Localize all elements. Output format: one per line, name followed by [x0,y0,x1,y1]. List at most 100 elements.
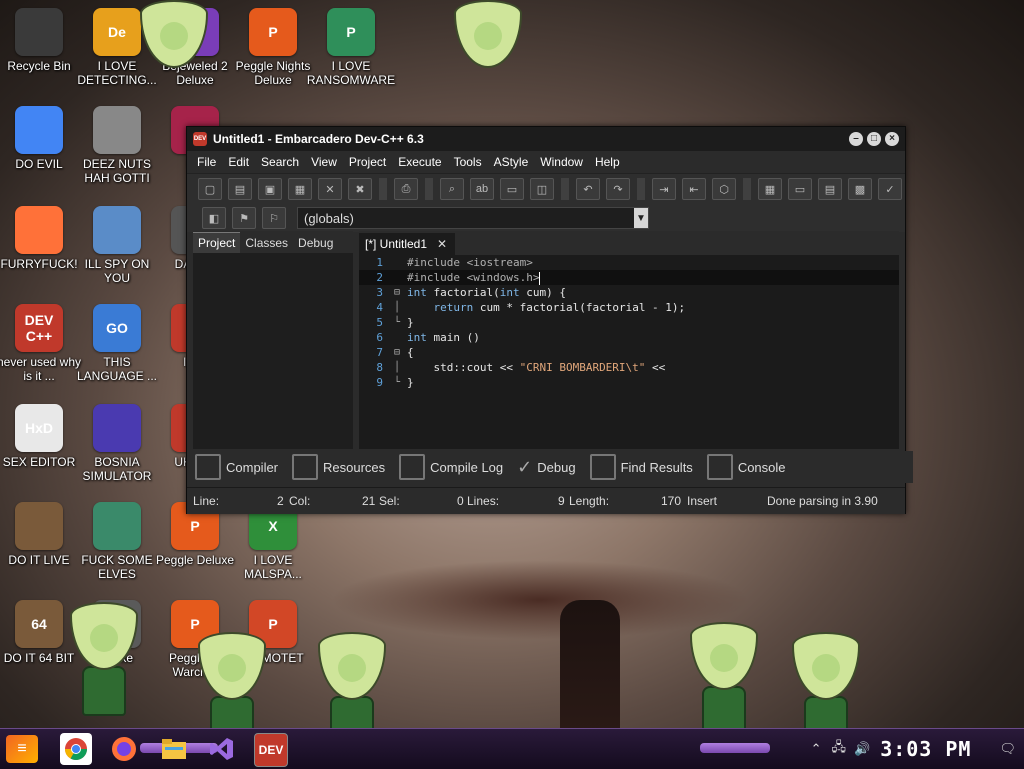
toggle-icon[interactable]: ◫ [530,178,554,200]
chevron-up-icon[interactable]: ⌃ [811,741,822,757]
save-all-icon[interactable]: ▦ [288,178,312,200]
menu-item-project[interactable]: Project [343,155,392,169]
visual-studio-taskbar-icon[interactable] [206,733,238,765]
code-line[interactable]: 5 └} [359,315,899,330]
menu-bar: File Edit Search View Project Execute Tools ASt… [187,151,905,173]
save-icon[interactable]: ▣ [258,178,282,200]
close-tab-icon[interactable]: ✕ [437,237,447,251]
close-file-icon[interactable]: ✕ [318,178,342,200]
desktop-icon[interactable]: BOSNIA SIMULATOR [72,404,162,483]
desktop-icon[interactable]: DEEZ NUTS HAH GOTTI [72,106,162,185]
tab-label: Resources [323,459,386,475]
tab-classes[interactable]: Classes [240,233,293,253]
tab-console[interactable]: Console [706,454,786,480]
check-syntax-icon[interactable]: ✓ [878,178,902,200]
indent-icon[interactable]: ⇥ [652,178,676,200]
devcpp-app-icon: DEV [193,132,207,146]
close-all-icon[interactable]: ✖ [348,178,372,200]
print-icon[interactable]: ⎙ [394,178,418,200]
menu-item-tools[interactable]: Tools [448,155,488,169]
menu-item-astyle[interactable]: AStyle [488,155,535,169]
chrome-taskbar-icon[interactable] [60,733,92,765]
fold-marker: │ [393,362,401,373]
clock[interactable]: 3:03 PM [880,737,971,761]
compiler-icon [195,454,221,480]
menu-item-file[interactable]: File [191,155,222,169]
code-token: cum * factorial(factorial - 1); [473,301,686,314]
code-text: } [403,375,414,390]
tab-untitled1[interactable]: [*] Untitled1 ✕ [359,233,456,255]
tab-find-results[interactable]: Find Results [589,454,693,480]
code-line[interactable]: 4 │ return cum * factorial(factorial - 1)… [359,300,899,315]
bookmark-icon[interactable]: ⬡ [712,178,736,200]
replace-icon[interactable]: ab [470,178,494,200]
close-button[interactable]: × [885,132,899,146]
fold-marker[interactable]: ⊟ [391,285,403,300]
code-editor[interactable]: [*] Untitled1 ✕ 1 #include <iostream> 2 #in… [359,231,899,449]
tab-label: [*] Untitled1 [365,237,428,251]
start-button[interactable]: ≡ [6,735,38,763]
code-area[interactable]: 1 #include <iostream> 2 #include <windows.h… [359,255,899,390]
compile-run-icon[interactable]: ▤ [818,178,842,200]
code-line[interactable]: 1 #include <iostream> [359,255,899,270]
menu-item-search[interactable]: Search [255,155,305,169]
menu-item-edit[interactable]: Edit [222,155,255,169]
undo-icon[interactable]: ↶ [576,178,600,200]
tab-compiler[interactable]: Compiler [195,454,278,480]
menu-item-window[interactable]: Window [534,155,589,169]
open-folder-icon[interactable]: ▤ [228,178,252,200]
maximize-button[interactable]: □ [867,132,881,146]
firefox-taskbar-icon[interactable] [108,733,140,765]
code-line[interactable]: 7 ⊟ { [359,345,899,360]
tab-project[interactable]: Project [193,232,241,253]
new-file-icon[interactable]: ▢ [198,178,222,200]
tab-compile-log[interactable]: Compile Log [399,454,503,480]
code-line[interactable]: 6 int main () [359,330,899,345]
desktop-icon[interactable]: GO THIS LANGUAGE ... [72,304,162,383]
code-line[interactable]: 9 └} [359,375,899,390]
desktop-icon[interactable]: FUCK SOME ELVES [72,502,162,581]
desktop-icon[interactable]: ILL SPY ON YOU [72,206,162,285]
chevron-down-icon[interactable]: ▼ [634,208,648,228]
scope-select[interactable]: (globals) ▼ [297,207,649,229]
run-icon[interactable]: ▭ [788,178,812,200]
desktop-icon[interactable]: P Peggle Nights Deluxe [228,8,318,87]
unindent-icon[interactable]: ⇤ [682,178,706,200]
toolbar-separator [637,178,645,200]
volume-icon[interactable]: 🔊 [854,741,870,757]
bookmark-add-icon[interactable]: ⚑ [232,207,256,229]
new-project-icon[interactable]: ◧ [202,207,226,229]
line-number: 3 [376,286,383,299]
tab-resources[interactable]: Resources [292,454,385,480]
status-length-value: 170 [661,494,682,508]
find-icon[interactable]: ⌕ [440,178,464,200]
menu-item-help[interactable]: Help [589,155,626,169]
code-line[interactable]: 2 #include <windows.h> [359,270,899,285]
devcpp-taskbar-icon[interactable]: DEV [254,733,288,767]
menu-item-execute[interactable]: Execute [392,155,447,169]
status-sel-label: Sel: [379,494,400,508]
tab-debug[interactable]: ✓ Debug [517,457,575,478]
rebuild-icon[interactable]: ▩ [848,178,872,200]
goto-icon[interactable]: ▭ [500,178,524,200]
network-icon[interactable]: 🖧 [832,738,847,760]
desktop-icon[interactable]: P I LOVE RANSOMWARE [306,8,396,87]
minimize-button[interactable]: – [849,132,863,146]
code-text: int factorial(int cum) { [403,285,566,300]
code-line[interactable]: 8 │ std::cout << "CRNI BOMBARDERI\t" << [359,360,899,375]
file-explorer-taskbar-icon[interactable] [158,733,190,765]
title-bar[interactable]: DEV Untitled1 - Embarcadero Dev-C++ 6.3 … [187,127,905,151]
code-line[interactable]: 3 ⊟ int factorial(int cum) { [359,285,899,300]
compile-icon[interactable]: ▦ [758,178,782,200]
redo-icon[interactable]: ↷ [606,178,630,200]
desktop-icon-label: DEEZ NUTS HAH GOTTI [82,157,151,185]
toolbar-separator [379,178,387,200]
status-line-value: 2 [277,494,284,508]
project-pane: Project Classes Debug [193,231,353,449]
notification-icon[interactable]: 🗨 [999,741,1016,757]
bookmark-goto-icon[interactable]: ⚐ [262,207,286,229]
fold-marker[interactable]: ⊟ [391,345,403,360]
tab-debug[interactable]: Debug [293,233,338,253]
menu-item-view[interactable]: View [305,155,343,169]
character-sprite [70,602,138,716]
